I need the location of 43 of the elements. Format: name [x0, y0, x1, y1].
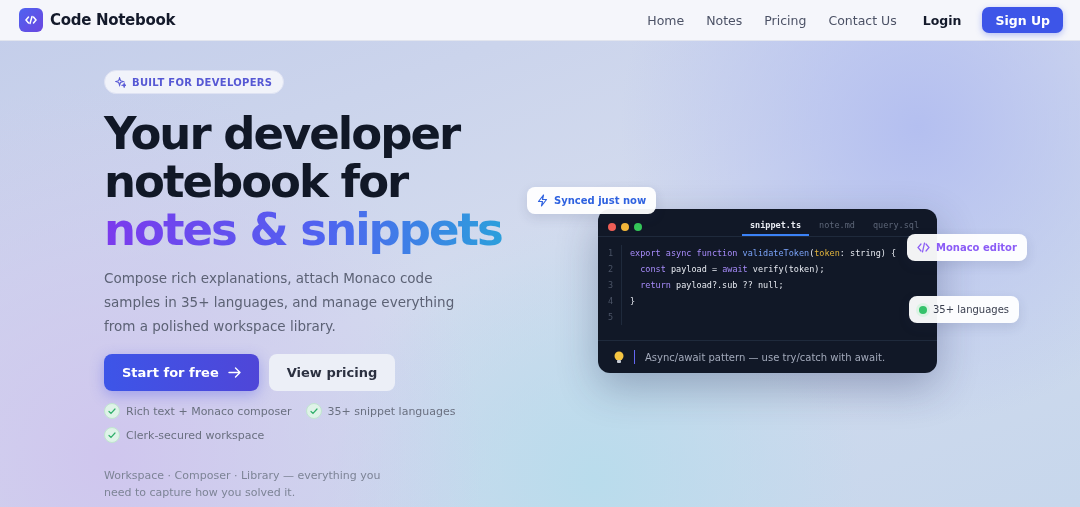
headline-text: Your developer [104, 110, 460, 158]
nav-link[interactable]: Notes [695, 12, 754, 28]
sign-up-button[interactable]: Sign Up [982, 7, 1063, 33]
code-icon [917, 242, 930, 253]
code-logo-icon [19, 8, 43, 32]
arrow-right-icon [227, 367, 241, 378]
code-line: const payload = await verify(token); [639, 264, 825, 274]
hero-description: Compose rich explanations, attach Monaco code samples in 35+ languages, and manage everything from a polished workspace library. [104, 269, 456, 336]
start-button[interactable]: Start for free [104, 354, 259, 391]
line-number: 5 [598, 309, 622, 325]
window-dot-icon [634, 223, 642, 231]
built-for-developers-badge: BUILT FOR DEVELOPERS [104, 70, 285, 94]
floating-chip: Monaco editor [907, 234, 1027, 261]
code-line: export async function validateToken(token: string) { [629, 248, 897, 258]
status-dot-icon [919, 305, 927, 314]
feature-text: Rich text + Monaco composer [126, 404, 292, 418]
check-icon [104, 427, 120, 443]
line-number: 1 [598, 245, 622, 261]
tagline-text: Workspace · Composer · Library — everything you need to capture how you solved it. [104, 468, 382, 501]
line-number: 2 [598, 261, 622, 277]
file-tab[interactable]: snippet.ts [741, 220, 810, 236]
nav-link[interactable]: Contact Us [817, 12, 908, 28]
lightbulb-icon [614, 350, 624, 364]
window-dot-icon [608, 223, 616, 231]
brand-name[interactable]: Code Notebook [50, 11, 176, 29]
nav-link[interactable]: Home [636, 12, 696, 28]
line-number: 4 [598, 293, 622, 309]
floating-chip: Synced just now [527, 187, 657, 214]
feature-text: Clerk-secured workspace [126, 428, 265, 442]
code-line: } [629, 296, 636, 306]
check-icon [305, 403, 322, 419]
tip-text: Async/await pattern — use try/catch with await. [645, 351, 886, 363]
floating-chip: 35+ languages [909, 296, 1020, 323]
lightning-icon [537, 194, 548, 207]
code-line: return payload?.sub ?? null; [639, 280, 784, 290]
view-pricing-button[interactable]: View pricing [268, 354, 396, 391]
feature-text: 35+ snippet languages [327, 404, 456, 418]
window-dot-icon [621, 223, 629, 231]
login-link[interactable]: Login [911, 12, 973, 28]
sparkle-icon [115, 76, 126, 88]
nav-link[interactable]: Pricing [753, 12, 818, 28]
check-icon [104, 403, 120, 419]
headline-text: notebook for [104, 158, 408, 206]
